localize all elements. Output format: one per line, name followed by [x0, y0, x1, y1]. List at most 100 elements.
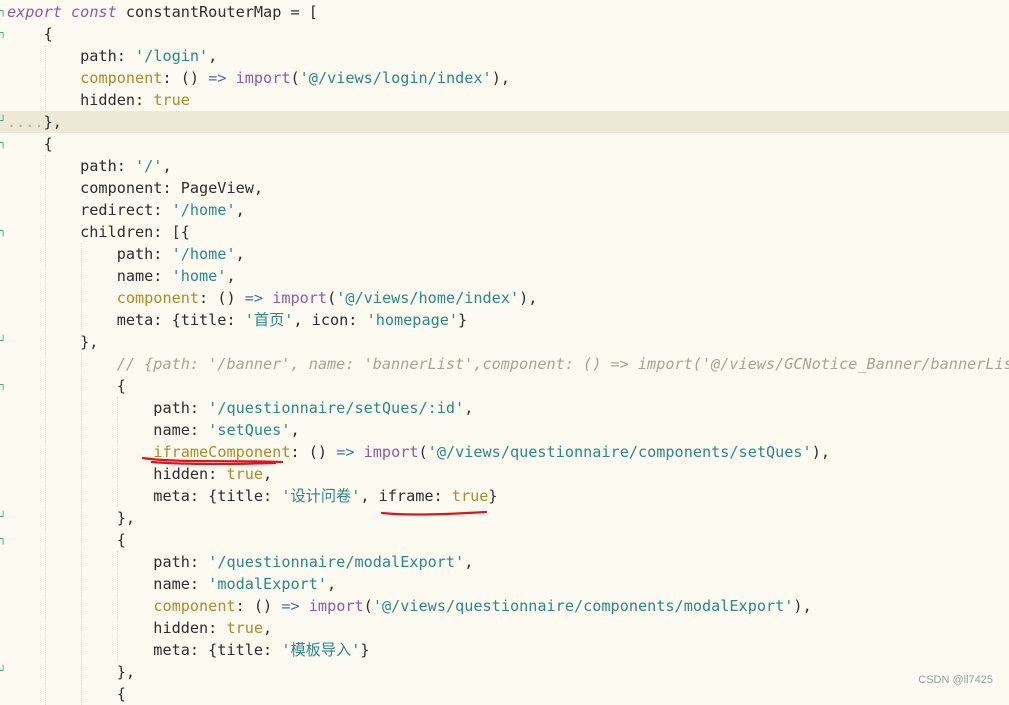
code-token: import: [363, 443, 419, 461]
gutter: [0, 419, 7, 441]
code-text: component: PageView,: [7, 177, 263, 199]
code-line[interactable]: path: '/',: [0, 155, 1009, 177]
code-token: 'setQues': [208, 421, 291, 439]
gutter: [0, 397, 7, 419]
code-line[interactable]: {: [0, 683, 1009, 705]
code-token: {: [7, 531, 126, 549]
code-line[interactable]: meta: {title: '首页', icon: 'homepage'}: [0, 309, 1009, 331]
code-token: '设计问卷': [281, 487, 361, 505]
code-line[interactable]: component: () => import('@/views/questio…: [0, 595, 1009, 617]
code-line[interactable]: ┐ {: [0, 23, 1009, 45]
code-token: iframeComponent: [153, 443, 291, 461]
fold-marker-icon[interactable]: ┐: [0, 221, 7, 243]
code-token: , icon:: [293, 311, 367, 329]
code-line[interactable]: hidden: true: [0, 89, 1009, 111]
code-text: component: () => import('@/views/home/in…: [7, 287, 538, 309]
code-text: hidden: true,: [7, 463, 272, 485]
code-token: true: [226, 465, 264, 483]
code-token: meta: {title:: [7, 487, 282, 505]
fold-marker-icon[interactable]: ┘: [0, 331, 7, 353]
code-line[interactable]: name: 'modalExport',: [0, 573, 1009, 595]
code-line[interactable]: hidden: true,: [0, 463, 1009, 485]
code-line[interactable]: ┐ {: [0, 529, 1009, 551]
gutter: [0, 485, 7, 507]
code-line[interactable]: ┐ children: [{: [0, 221, 1009, 243]
code-token: '/questionnaire/setQues/:id': [208, 399, 465, 417]
code-line[interactable]: name: 'setQues',: [0, 419, 1009, 441]
gutter: [0, 683, 7, 705]
fold-marker-icon[interactable]: ┐: [0, 375, 7, 397]
code-line[interactable]: ┘ },: [0, 661, 1009, 683]
code-text: },: [7, 661, 135, 683]
code-token: true: [451, 487, 489, 505]
code-token: : (): [235, 597, 282, 615]
code-line[interactable]: redirect: '/home',: [0, 199, 1009, 221]
code-line[interactable]: iframeComponent: () => import('@/views/q…: [0, 441, 1009, 463]
gutter: [0, 155, 7, 177]
gutter: [0, 265, 7, 287]
csdn-watermark: CSDN @ll7425: [916, 674, 995, 686]
code-line[interactable]: component: () => import('@/views/login/i…: [0, 67, 1009, 89]
code-line[interactable]: path: '/questionnaire/setQues/:id',: [0, 397, 1009, 419]
code-text: // {path: '/banner', name: 'bannerList',…: [7, 353, 1009, 375]
code-text: {: [7, 683, 126, 705]
fold-marker-icon[interactable]: ┘: [0, 111, 7, 133]
code-token: component: [116, 289, 200, 307]
code-token: ),: [519, 289, 538, 307]
fold-marker-icon[interactable]: ┘: [0, 507, 7, 529]
code-line[interactable]: ┘ },: [0, 331, 1009, 353]
code-token: '模板导入': [281, 641, 361, 659]
gutter: [0, 441, 7, 463]
code-token: =>: [336, 443, 355, 461]
code-line[interactable]: meta: {title: '设计问卷', iframe: true}: [0, 485, 1009, 507]
code-line[interactable]: // {path: '/banner', name: 'bannerList',…: [0, 353, 1009, 375]
gutter: [0, 45, 7, 67]
code-text: name: 'setQues',: [7, 419, 299, 441]
code-line[interactable]: component: () => import('@/views/home/in…: [0, 287, 1009, 309]
fold-marker-icon[interactable]: ┐: [0, 133, 7, 155]
code-token: },: [7, 663, 136, 681]
code-token: ,: [464, 553, 474, 571]
code-token: '@/views/home/index': [336, 289, 520, 307]
gutter: [0, 199, 7, 221]
code-editor[interactable]: ┐ export const constantRouterMap = [┐ { p…: [0, 0, 1009, 705]
code-line[interactable]: ┐ {: [0, 375, 1009, 397]
code-line[interactable]: ┐ export const constantRouterMap = [: [0, 1, 1009, 23]
code-token: {: [7, 377, 126, 395]
code-line[interactable]: path: '/questionnaire/modalExport',: [0, 551, 1009, 573]
code-token: path:: [7, 399, 209, 417]
code-line[interactable]: path: '/home',: [0, 243, 1009, 265]
code-token: ,: [263, 465, 273, 483]
code-line[interactable]: hidden: true,: [0, 617, 1009, 639]
code-line[interactable]: path: '/login',: [0, 45, 1009, 67]
gutter: [0, 177, 7, 199]
code-line[interactable]: ┐ {: [0, 133, 1009, 155]
code-token: ),: [793, 597, 812, 615]
code-text: path: '/home',: [7, 243, 245, 265]
code-token: name:: [7, 575, 209, 593]
code-token: ,: [235, 245, 245, 263]
code-line[interactable]: ┘ },: [0, 507, 1009, 529]
code-text: meta: {title: '模板导入'}: [7, 639, 369, 661]
code-token: 'homepage': [366, 311, 459, 329]
code-line[interactable]: ┘....},: [0, 111, 1009, 133]
code-line[interactable]: name: 'home',: [0, 265, 1009, 287]
code-line[interactable]: component: PageView,: [0, 177, 1009, 199]
fold-marker-icon[interactable]: ┐: [0, 1, 7, 23]
code-text: component: () => import('@/views/login/i…: [7, 67, 510, 89]
gutter: [0, 639, 7, 661]
code-token: , iframe:: [360, 487, 452, 505]
code-text: path: '/',: [7, 155, 171, 177]
code-token: hidden:: [7, 91, 154, 109]
fold-marker-icon[interactable]: ┘: [0, 661, 7, 683]
code-line[interactable]: meta: {title: '模板导入'}: [0, 639, 1009, 661]
code-token: =>: [244, 289, 264, 307]
code-token: import: [272, 289, 328, 307]
code-token: '/home': [171, 245, 236, 263]
fold-marker-icon[interactable]: ┐: [0, 529, 7, 551]
fold-marker-icon[interactable]: ┐: [0, 23, 7, 45]
code-token: ....: [7, 113, 44, 131]
